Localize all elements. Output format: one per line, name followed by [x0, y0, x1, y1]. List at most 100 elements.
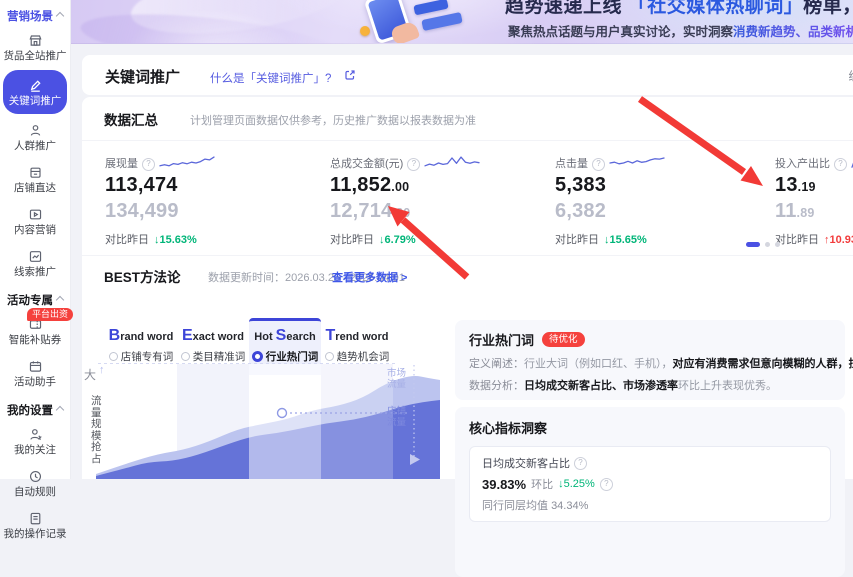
promo-banner: 趋势速递上线 「社交媒体热聊词」榜单，精准捕捉 聚焦热点话题与用户真实讨论，实时… [70, 0, 853, 44]
best-methodology-title: BEST方法论 [104, 266, 181, 286]
what-is-keyword-promotion-link[interactable]: 什么是「关键词推广」? [210, 70, 331, 86]
banner-chip [421, 12, 462, 31]
metrics-pagination [746, 242, 780, 247]
metric-roi: 投入产出比? 13.19 11.89 对比昨日↑10.93% [775, 153, 853, 247]
keyword-pen-icon [28, 78, 43, 93]
metric-compare: 对比昨日↓15.63% [105, 231, 320, 247]
sidebar-section-settings[interactable]: 我的设置 [0, 394, 70, 420]
metric-total-gmv: 总成交金额(元)? 11,852.00 12,714.80 对比昨日↓6.79% [330, 153, 545, 247]
metric-value: 5,383 [555, 174, 770, 197]
page-title: 关键词推广 [105, 66, 180, 87]
metric-value: 13.19 [775, 174, 853, 197]
sparkline-chart [424, 154, 480, 171]
sparkline-chart [159, 154, 215, 171]
external-link-icon[interactable] [344, 69, 356, 81]
help-icon[interactable]: ? [592, 158, 605, 171]
sidebar-item-auto-rules[interactable]: 自动规则 [0, 462, 70, 504]
coin-illustration [360, 26, 370, 36]
sidebar-item-content-marketing[interactable]: 内容营销 [0, 200, 70, 242]
sidebar-item-label: 我的关注 [0, 444, 70, 456]
auto-rules-icon [28, 469, 43, 484]
sidebar-section-marketing[interactable]: 营销场景 [0, 0, 70, 26]
sidebar-item-smart-coupon[interactable]: 平台出资 智能补贴券 [0, 310, 70, 352]
traffic-scale-chart: 市场流量 店铺流量 [88, 362, 440, 479]
core-metric-label: 日均成交新客占比 [482, 455, 570, 471]
view-more-data-link[interactable]: 查看更多数据 > [332, 269, 407, 285]
metric-prev-value: 6,382 [555, 200, 770, 223]
metric-impressions: 展现量? 113,474 134,499 对比昨日↓15.63% [105, 153, 320, 247]
market-traffic-label: 市场流量 [387, 368, 411, 390]
radio-icon [325, 352, 334, 361]
sidebar-item-label: 货品全站推广 [0, 50, 70, 62]
chevron-up-icon [56, 406, 64, 414]
help-icon[interactable]: ? [574, 457, 587, 470]
page-header-card: 关键词推广 什么是「关键词推广」? 统 [82, 55, 853, 95]
metric-label: 投入产出比 [775, 155, 830, 171]
sidebar-item-product-sitewide[interactable]: 货品全站推广 [0, 26, 70, 68]
sidebar-section-activity[interactable]: 活动专属 [0, 284, 70, 310]
sidebar: 营销场景 货品全站推广 关键词推广 人群推广 店铺直达 内容营销 线索推广 活动… [0, 0, 71, 479]
records-icon [28, 511, 43, 526]
sidebar-item-operation-records[interactable]: 我的操作记录 [0, 504, 70, 546]
shop-icon [28, 165, 43, 180]
data-summary-note: 计划管理页面数据仅供参考，历史推广数据以报表数据为准 [190, 112, 476, 128]
follow-person-icon [28, 427, 43, 442]
sidebar-item-shop-direct[interactable]: 店铺直达 [0, 158, 70, 200]
calendar-icon [28, 359, 43, 374]
sidebar-item-activity-assistant[interactable]: 活动助手 [0, 352, 70, 394]
sidebar-item-label: 自动规则 [0, 486, 70, 498]
help-icon[interactable]: ? [600, 478, 613, 491]
section-label: 活动专属 [7, 295, 53, 307]
person-icon [28, 123, 43, 138]
banner-chip [413, 0, 448, 15]
radio-icon [109, 352, 118, 361]
main-card: 数据汇总 计划管理页面数据仅供参考，历史推广数据以报表数据为准 展现量? 113… [82, 97, 853, 479]
sidebar-item-label: 关键词推广 [3, 95, 67, 107]
pagination-dot[interactable] [765, 242, 770, 247]
chevron-up-icon [56, 296, 64, 304]
metric-compare: 对比昨日↓15.65% [555, 231, 770, 247]
banner-title: 趋势速递上线 「社交媒体热聊词」榜单，精准捕捉 [505, 0, 853, 18]
radio-selected-icon [252, 351, 263, 362]
sidebar-item-leads-promotion[interactable]: 线索推广 [0, 242, 70, 284]
pagination-dot[interactable] [775, 242, 780, 247]
sidebar-item-keyword-promotion[interactable]: 关键词推广 [3, 70, 67, 114]
data-analysis-line: 数据分析：日均成交新客占比、市场渗透率环比上升表现优秀。 [469, 379, 831, 393]
shop-traffic-label: 店铺流量 [387, 406, 411, 428]
sidebar-item-label: 线索推广 [0, 266, 70, 278]
help-icon[interactable]: ? [142, 158, 155, 171]
metric-compare: 对比昨日↑10.93% [775, 231, 853, 247]
metric-compare: 对比昨日↓6.79% [330, 231, 545, 247]
metric-prev-value: 12,714.80 [330, 200, 545, 223]
section-label: 我的设置 [7, 405, 53, 417]
sidebar-item-label: 人群推广 [0, 140, 70, 152]
industry-hot-words-panel: 行业热门词 待优化 定义阐述：行业大词（例如口红、手机），对应有消费需求但意向模… [455, 320, 845, 400]
data-summary-title: 数据汇总 [104, 109, 158, 129]
mom-change-value: ↓5.25% [558, 478, 595, 490]
chart-marker-dot [278, 409, 287, 418]
metric-prev-value: 11.89 [775, 200, 853, 223]
definition-line: 定义阐述：行业大词（例如口红、手机），对应有消费需求但意向模糊的人群，拉新效果显… [469, 357, 831, 371]
core-metric-card: 日均成交新客占比? 39.83%环比↓5.25%? 同行同层均值 34.34% [469, 446, 831, 522]
section-label: 营销场景 [7, 11, 53, 23]
sparkline-chart [609, 154, 665, 171]
metric-prev-value: 134,499 [105, 200, 320, 223]
metric-clicks: 点击量? 5,383 6,382 对比昨日↓15.65% [555, 153, 770, 247]
help-icon[interactable]: ? [407, 158, 420, 171]
sidebar-item-label: 活动助手 [0, 376, 70, 388]
metric-label: 点击量 [555, 155, 588, 171]
sidebar-item-my-follows[interactable]: 我的关注 [0, 420, 70, 462]
metric-value: 11,852.00 [330, 174, 545, 197]
panel-title: 核心指标洞察 [469, 418, 831, 437]
store-icon [28, 33, 43, 48]
sidebar-item-audience-promotion[interactable]: 人群推广 [0, 116, 70, 158]
pagination-dot-active[interactable] [746, 242, 760, 247]
help-icon[interactable]: ? [834, 158, 847, 171]
divider [82, 255, 853, 256]
sidebar-item-label: 店铺直达 [0, 182, 70, 194]
leads-chart-icon [28, 249, 43, 264]
sidebar-item-label: 内容营销 [0, 224, 70, 236]
core-metrics-panel: 核心指标洞察 日均成交新客占比? 39.83%环比↓5.25%? 同行同层均值 … [455, 407, 845, 577]
radio-icon [181, 352, 190, 361]
clipped-corner-control[interactable]: 统 [849, 68, 853, 84]
